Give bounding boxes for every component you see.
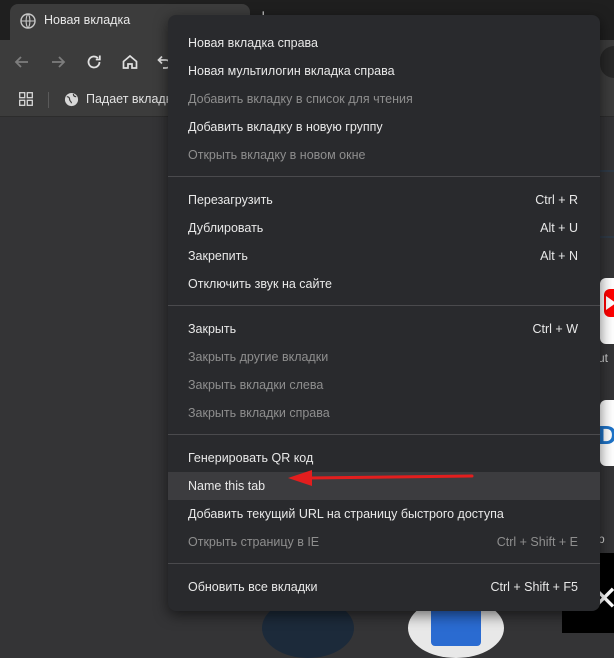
menu-item-close[interactable]: Закрыть Ctrl + W <box>168 315 600 343</box>
menu-item-refresh-all-tabs[interactable]: Обновить все вкладки Ctrl + Shift + F5 <box>168 573 600 601</box>
shortcut-text: Ctrl + Shift + F5 <box>490 580 578 594</box>
shortcut-text: Ctrl + R <box>535 193 578 207</box>
page-divider <box>600 236 614 238</box>
menu-item-close-other-tabs: Закрыть другие вкладки <box>188 350 329 364</box>
page-divider <box>600 170 614 172</box>
bookmark-item[interactable]: Падает вкладка <box>86 92 178 106</box>
play-icon <box>606 296 614 310</box>
menu-divider <box>168 434 600 435</box>
reload-icon[interactable] <box>84 52 104 72</box>
menu-item-mute-site[interactable]: Отключить звук на сайте <box>168 270 600 298</box>
address-bar[interactable] <box>600 46 614 78</box>
globe-icon <box>64 92 79 107</box>
globe-icon <box>20 13 36 29</box>
apps-grid-icon[interactable] <box>19 92 33 106</box>
shortcut-text: Alt + U <box>540 221 578 235</box>
home-icon[interactable] <box>120 52 140 72</box>
menu-item-close-tabs-right: Закрыть вкладки справа <box>188 406 330 420</box>
back-arrow-icon[interactable] <box>12 52 32 72</box>
menu-item-new-multilogin-tab-right[interactable]: Новая мультилогин вкладка справа <box>168 57 600 85</box>
shortcut-tile[interactable]: Da <box>600 400 614 466</box>
menu-divider <box>168 563 600 564</box>
tab-context-menu: Новая вкладка справа Новая мультилогин в… <box>168 15 600 611</box>
menu-divider <box>168 176 600 177</box>
menu-divider <box>168 305 600 306</box>
shortcut-text: Ctrl + W <box>532 322 578 336</box>
forward-arrow-icon[interactable] <box>48 52 68 72</box>
annotation-arrow-icon <box>288 470 474 486</box>
menu-item-add-to-reading-list: Добавить вкладку в список для чтения <box>188 92 413 106</box>
shortcut-tile-text: Da <box>600 420 614 450</box>
tab-title: Новая вкладка <box>44 13 131 27</box>
menu-item-close-tabs-left: Закрыть вкладки слева <box>188 378 324 392</box>
shortcut-text: Ctrl + Shift + E <box>496 535 578 549</box>
bookmarks-divider <box>48 92 49 108</box>
menu-item-reload[interactable]: Перезагрузить Ctrl + R <box>168 186 600 214</box>
menu-item-open-in-ie: Открыть страницу в IE Ctrl + Shift + E <box>188 535 578 549</box>
menu-item-open-in-new-window: Открыть вкладку в новом окне <box>188 148 366 162</box>
shortcut-tile-youtube[interactable] <box>600 278 614 344</box>
menu-item-new-tab-right[interactable]: Новая вкладка справа <box>168 29 600 57</box>
menu-item-add-url-to-speed-dial[interactable]: Добавить текущий URL на страницу быстрог… <box>168 500 600 528</box>
menu-item-duplicate[interactable]: Дублировать Alt + U <box>168 214 600 242</box>
menu-item-add-to-new-group[interactable]: Добавить вкладку в новую группу <box>168 113 600 141</box>
menu-item-pin[interactable]: Закрепить Alt + N <box>168 242 600 270</box>
shortcut-tile-logo <box>431 606 481 646</box>
shortcut-text: Alt + N <box>540 249 578 263</box>
